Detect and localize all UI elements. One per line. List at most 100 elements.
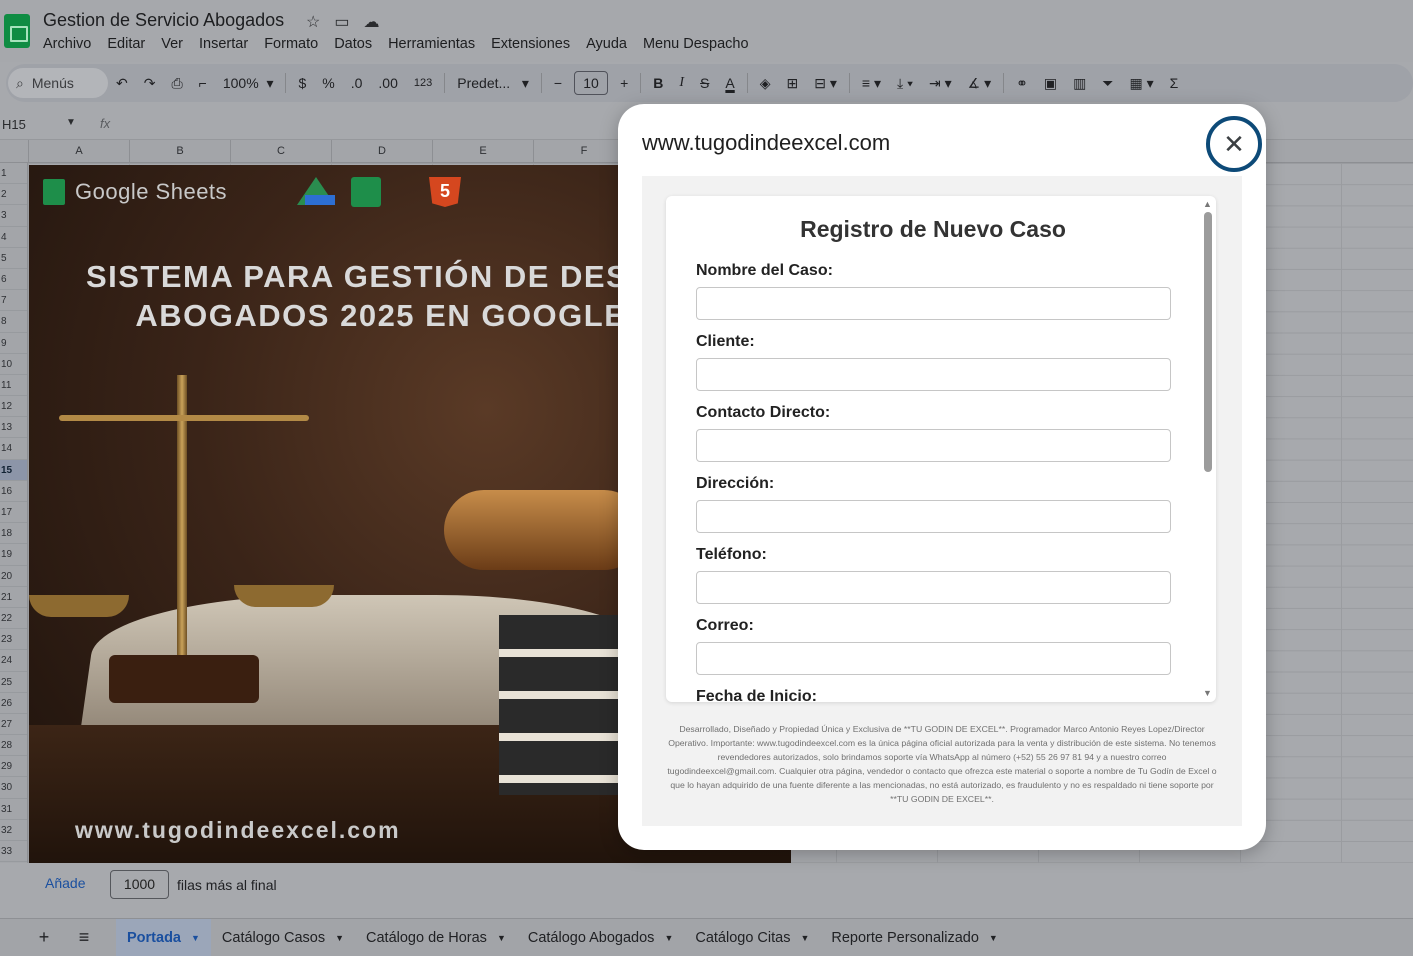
- sheet-tab-catalogo-horas[interactable]: Catálogo de Horas ▼: [355, 919, 517, 956]
- font-select[interactable]: Predet... ▾: [449, 68, 537, 98]
- document-title[interactable]: Gestion de Servicio Abogados: [43, 10, 284, 31]
- row-header[interactable]: 13: [0, 417, 27, 439]
- column-header[interactable]: A: [28, 140, 129, 163]
- row-header[interactable]: 12: [0, 396, 27, 418]
- row-header[interactable]: 24: [0, 650, 27, 672]
- chevron-down-icon[interactable]: ▼: [66, 117, 76, 128]
- input-nombre-caso[interactable]: [696, 287, 1171, 320]
- row-header[interactable]: 19: [0, 544, 27, 566]
- row-header[interactable]: 30: [0, 777, 27, 799]
- row-header[interactable]: 8: [0, 311, 27, 333]
- move-folder-icon[interactable]: ▭: [334, 12, 349, 32]
- row-header[interactable]: 17: [0, 502, 27, 524]
- fill-color-icon[interactable]: ◈: [752, 68, 779, 98]
- scroll-up-icon[interactable]: ▲: [1203, 199, 1212, 209]
- add-rows-count-input[interactable]: 1000: [110, 870, 169, 899]
- currency-button[interactable]: $: [290, 68, 314, 98]
- paint-format-icon[interactable]: ⌐: [191, 68, 215, 98]
- menu-ayuda[interactable]: Ayuda: [586, 36, 627, 52]
- filter-icon[interactable]: ⏷: [1094, 68, 1121, 98]
- text-color-button[interactable]: A: [717, 68, 742, 98]
- row-header[interactable]: 20: [0, 566, 27, 587]
- row-header[interactable]: 21: [0, 587, 27, 608]
- align-icon[interactable]: ≡ ▾: [854, 68, 889, 98]
- filter-views-icon[interactable]: ▦ ▾: [1122, 68, 1162, 98]
- cloud-status-icon[interactable]: ☁: [363, 12, 379, 32]
- strikethrough-button[interactable]: S: [692, 68, 717, 98]
- row-header[interactable]: 3: [0, 205, 27, 227]
- row-header[interactable]: 4: [0, 227, 27, 248]
- functions-button[interactable]: Σ: [1162, 68, 1187, 98]
- menu-extensiones[interactable]: Extensiones: [491, 36, 570, 52]
- add-rows-button[interactable]: Añade: [45, 875, 85, 891]
- row-header[interactable]: 27: [0, 714, 27, 736]
- menu-ver[interactable]: Ver: [161, 36, 183, 52]
- input-direccion[interactable]: [696, 500, 1171, 533]
- row-header[interactable]: 5: [0, 248, 27, 269]
- increase-decimal-button[interactable]: .00: [370, 68, 405, 98]
- row-header[interactable]: 14: [0, 438, 27, 460]
- row-header[interactable]: 32: [0, 820, 27, 841]
- row-header[interactable]: 1: [0, 163, 27, 185]
- all-sheets-icon[interactable]: ≡: [64, 927, 104, 948]
- input-correo[interactable]: [696, 642, 1171, 675]
- input-telefono[interactable]: [696, 571, 1171, 604]
- italic-button[interactable]: I: [671, 68, 692, 98]
- sheet-tab-reporte-personalizado[interactable]: Reporte Personalizado ▼: [820, 919, 1008, 956]
- vertical-align-icon[interactable]: ⤓ ▾: [889, 68, 921, 98]
- chevron-down-icon[interactable]: ▼: [497, 933, 506, 943]
- row-header[interactable]: 29: [0, 756, 27, 778]
- chevron-down-icon[interactable]: ▼: [191, 933, 200, 943]
- chevron-down-icon[interactable]: ▼: [664, 933, 673, 943]
- row-header[interactable]: 15: [0, 459, 27, 481]
- scroll-down-icon[interactable]: ▼: [1203, 688, 1212, 698]
- menu-archivo[interactable]: Archivo: [43, 36, 91, 52]
- row-header[interactable]: 25: [0, 672, 27, 693]
- input-cliente[interactable]: [696, 358, 1171, 391]
- decrease-decimal-button[interactable]: .0: [343, 68, 371, 98]
- borders-icon[interactable]: ⊞: [779, 68, 807, 98]
- text-wrap-icon[interactable]: ⇥ ▾: [921, 68, 960, 98]
- name-box[interactable]: H15: [2, 117, 26, 132]
- menu-search[interactable]: ⌕ Menús: [8, 68, 108, 98]
- row-header[interactable]: 9: [0, 333, 27, 354]
- menu-editar[interactable]: Editar: [107, 36, 145, 52]
- font-size-input[interactable]: 10: [574, 71, 609, 95]
- menu-formato[interactable]: Formato: [264, 36, 318, 52]
- percent-button[interactable]: %: [314, 68, 342, 98]
- sheets-logo-icon[interactable]: [4, 14, 30, 48]
- bold-button[interactable]: B: [645, 68, 671, 98]
- number-format-button[interactable]: 123: [406, 68, 440, 98]
- chevron-down-icon[interactable]: ▼: [335, 933, 344, 943]
- sheet-tab-catalogo-citas[interactable]: Catálogo Citas ▼: [684, 919, 820, 956]
- column-header[interactable]: B: [129, 140, 230, 163]
- row-header[interactable]: 18: [0, 523, 27, 545]
- column-header[interactable]: D: [331, 140, 432, 163]
- add-sheet-icon[interactable]: +: [24, 927, 64, 948]
- close-button[interactable]: ✕: [1206, 116, 1262, 172]
- row-header[interactable]: 10: [0, 354, 27, 375]
- font-size-decrease[interactable]: −: [546, 68, 570, 98]
- menu-herramientas[interactable]: Herramientas: [388, 36, 475, 52]
- font-size-increase[interactable]: +: [612, 68, 636, 98]
- row-header[interactable]: 7: [0, 290, 27, 312]
- link-icon[interactable]: ⚭: [1008, 68, 1036, 98]
- menu-despacho[interactable]: Menu Despacho: [643, 36, 749, 52]
- row-header[interactable]: 33: [0, 841, 27, 863]
- merge-cells-icon[interactable]: ⊟ ▾: [806, 68, 845, 98]
- row-header[interactable]: 16: [0, 481, 27, 502]
- scrollbar-thumb[interactable]: [1204, 212, 1212, 472]
- row-header[interactable]: 26: [0, 693, 27, 714]
- chart-icon[interactable]: ▥: [1065, 68, 1094, 98]
- menu-insertar[interactable]: Insertar: [199, 36, 248, 52]
- row-header[interactable]: 23: [0, 629, 27, 651]
- comment-icon[interactable]: ▣: [1036, 68, 1065, 98]
- print-icon[interactable]: ⎙: [163, 68, 190, 98]
- redo-icon[interactable]: ↷: [136, 68, 164, 98]
- row-header[interactable]: 2: [0, 184, 27, 206]
- text-rotation-icon[interactable]: ∡ ▾: [960, 68, 999, 98]
- zoom-select[interactable]: 100% ▾: [215, 68, 282, 98]
- star-icon[interactable]: ☆: [306, 12, 320, 32]
- column-header[interactable]: C: [230, 140, 331, 163]
- chevron-down-icon[interactable]: ▼: [989, 933, 998, 943]
